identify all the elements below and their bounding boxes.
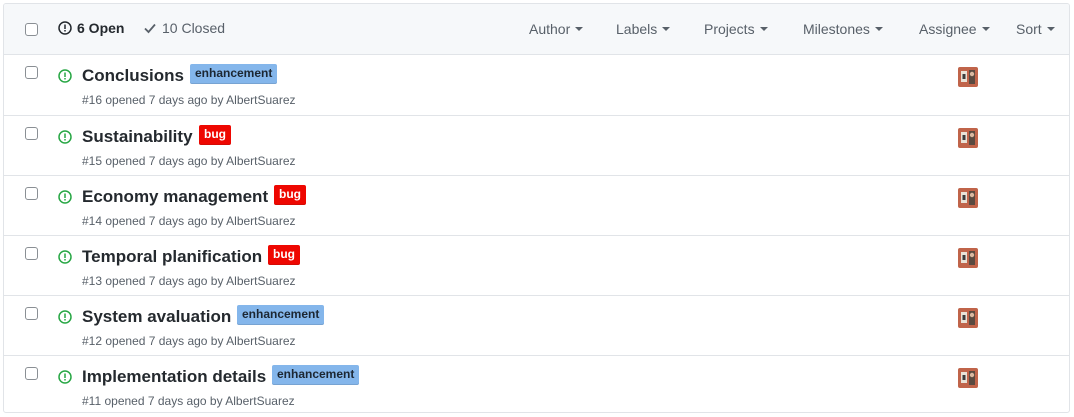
issue-meta: #12 opened 7 days ago by AlbertSuarez [82,334,296,348]
caret-down-icon [759,27,768,32]
sort-filter-label: Sort [1016,21,1042,37]
issue-number: #14 [82,214,103,228]
issue-number: #11 [82,394,102,408]
issue-title-link[interactable]: System avaluation [82,307,231,327]
caret-down-icon [575,27,584,32]
issue-meta: #13 opened 7 days ago by AlbertSuarez [82,274,296,288]
projects-filter[interactable]: Projects [704,21,768,37]
issue-label-bug[interactable]: bug [268,245,300,265]
open-issues-tab[interactable]: 6 Open [58,20,124,36]
issue-author-link[interactable]: AlbertSuarez [226,274,295,288]
issue-row[interactable]: Conclusions enhancement #16 opened 7 days … [4,55,1069,115]
assignee-avatar[interactable] [958,67,978,87]
issue-checkbox[interactable] [25,367,38,380]
issue-label-enhancement[interactable]: enhancement [190,64,278,84]
issue-label-bug[interactable]: bug [199,125,231,145]
assignee-avatar[interactable] [958,188,978,208]
labels-filter-label: Labels [616,21,658,37]
closed-count-label: 10 Closed [162,20,226,36]
labels-filter[interactable]: Labels [616,21,671,37]
assignee-filter[interactable]: Assignee [919,21,990,37]
issue-opened-icon [58,370,72,389]
issue-label-enhancement[interactable]: enhancement [272,365,360,385]
sort-filter[interactable]: Sort [1016,21,1055,37]
issues-list-header: 6 Open 10 Closed Author Labels Projects … [4,4,1069,55]
issue-opened-icon [58,190,72,209]
issue-opened-text: opened 7 days ago by [105,93,224,107]
issue-opened-icon [58,21,72,35]
issue-title-link[interactable]: Economy management [82,187,268,207]
issue-author-link[interactable]: AlbertSuarez [226,154,295,168]
issue-author-link[interactable]: AlbertSuarez [225,394,294,408]
issue-row[interactable]: System avaluation enhancement #12 opened 7… [4,295,1069,355]
issue-checkbox[interactable] [25,247,38,260]
issue-number: #16 [82,93,103,107]
issue-opened-icon [58,310,72,329]
issue-opened-icon [58,130,72,149]
author-filter-label: Author [529,21,571,37]
issue-number: #13 [82,274,103,288]
milestones-filter[interactable]: Milestones [803,21,883,37]
open-count-label: 6 Open [77,20,125,36]
select-all-checkbox[interactable] [25,23,38,36]
issue-author-link[interactable]: AlbertSuarez [226,93,295,107]
issue-checkbox[interactable] [25,127,38,140]
issue-opened-icon [58,69,72,88]
caret-down-icon [981,27,990,32]
assignee-filter-label: Assignee [919,21,977,37]
issue-label-enhancement[interactable]: enhancement [237,305,325,325]
issue-label-bug[interactable]: bug [274,185,306,205]
issue-checkbox[interactable] [25,187,38,200]
issue-number: #12 [82,334,103,348]
issue-opened-text: opened 7 days ago by [105,334,224,348]
issue-author-link[interactable]: AlbertSuarez [226,334,295,348]
issue-row[interactable]: Implementation details enhancement #11 ope… [4,355,1069,412]
issue-row[interactable]: Economy management bug #14 opened 7 days a… [4,175,1069,235]
issue-checkbox[interactable] [25,66,38,79]
issue-opened-icon [58,250,72,269]
caret-down-icon [662,27,671,32]
closed-issues-tab[interactable]: 10 Closed [143,20,225,36]
check-icon [144,23,156,34]
issue-opened-text: opened 7 days ago by [105,274,224,288]
issue-opened-text: opened 7 days ago by [105,214,224,228]
issue-title-link[interactable]: Implementation details [82,367,266,387]
assignee-avatar[interactable] [958,368,978,388]
caret-down-icon [874,27,883,32]
issue-title-link[interactable]: Sustainability [82,127,193,147]
issue-row[interactable]: Sustainability bug #15 opened 7 days ago b… [4,115,1069,175]
projects-filter-label: Projects [704,21,755,37]
assignee-avatar[interactable] [958,308,978,328]
issue-meta: #16 opened 7 days ago by AlbertSuarez [82,93,296,107]
issue-number: #15 [82,154,103,168]
issue-meta: #11 opened 7 days ago by AlbertSuarez [82,394,295,408]
issue-opened-text: opened 7 days ago by [105,154,224,168]
assignee-avatar[interactable] [958,248,978,268]
issue-author-link[interactable]: AlbertSuarez [226,214,295,228]
issue-meta: #14 opened 7 days ago by AlbertSuarez [82,214,296,228]
caret-down-icon [1046,27,1055,32]
assignee-avatar[interactable] [958,128,978,148]
issues-list: 6 Open 10 Closed Author Labels Projects … [3,3,1070,413]
issue-checkbox[interactable] [25,307,38,320]
issue-opened-text: opened 7 days ago by [104,394,223,408]
milestones-filter-label: Milestones [803,21,870,37]
author-filter[interactable]: Author [529,21,584,37]
issue-meta: #15 opened 7 days ago by AlbertSuarez [82,154,296,168]
issue-title-link[interactable]: Temporal planification [82,247,262,267]
issue-row[interactable]: Temporal planification bug #13 opened 7 da… [4,235,1069,295]
issue-title-link[interactable]: Conclusions [82,66,184,86]
